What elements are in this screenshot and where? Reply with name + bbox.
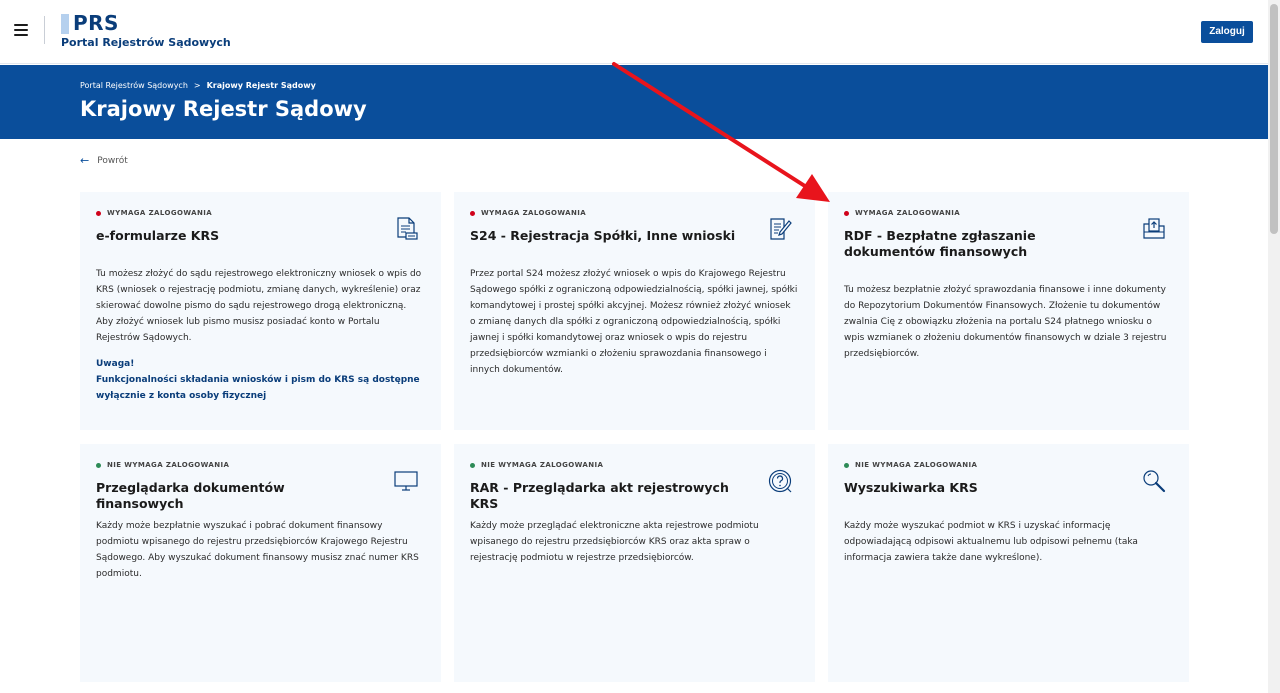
status-badge-text: NIE WYMAGA ZALOGOWANIA bbox=[855, 461, 978, 469]
breadcrumb: Portal Rejestrów Sądowych > Krajowy Reje… bbox=[80, 81, 316, 90]
page-title: Krajowy Rejestr Sądowy bbox=[80, 97, 367, 121]
card-description: Tu możesz złożyć do sądu rejestrowego el… bbox=[96, 269, 422, 343]
scrollbar-thumb[interactable] bbox=[1270, 4, 1278, 234]
card-title[interactable]: RAR - Przeglądarka akt rejestrowych KRS bbox=[470, 480, 750, 512]
breadcrumb-current: Krajowy Rejestr Sądowy bbox=[206, 81, 316, 90]
card-description: Tu możesz bezpłatnie złożyć sprawozdania… bbox=[844, 285, 1167, 359]
status-badge-text: WYMAGA ZALOGOWANIA bbox=[855, 209, 961, 217]
financial-document-upload-icon bbox=[1143, 218, 1165, 239]
status-dot bbox=[844, 210, 849, 216]
card-title[interactable]: Przeglądarka dokumentów finansowych bbox=[96, 480, 376, 512]
magnifier-icon bbox=[1143, 470, 1166, 493]
header-divider bbox=[44, 16, 45, 44]
card-description: Każdy może bezpłatnie wyszukać i pobrać … bbox=[96, 521, 419, 579]
service-card-rar[interactable]: NIE WYMAGA ZALOGOWANIA RAR - Przeglądark… bbox=[454, 444, 815, 682]
card-note-text: Funkcjonalności składania wniosków i pis… bbox=[96, 375, 420, 401]
status-dot bbox=[96, 210, 101, 216]
service-card-s24[interactable]: WYMAGA ZALOGOWANIA S24 - Rejestracja Spó… bbox=[454, 192, 815, 430]
back-link[interactable]: ← Powrót bbox=[80, 154, 128, 167]
status-badge-text: WYMAGA ZALOGOWANIA bbox=[481, 209, 587, 217]
breadcrumb-separator: > bbox=[193, 81, 201, 90]
card-title[interactable]: RDF - Bezpłatne zgłaszanie dokumentów fi… bbox=[844, 228, 1124, 260]
logo-title: PRS bbox=[73, 11, 119, 35]
status-dot bbox=[470, 210, 475, 216]
status-badge: WYMAGA ZALOGOWANIA bbox=[844, 209, 960, 217]
status-badge: WYMAGA ZALOGOWANIA bbox=[470, 209, 586, 217]
status-badge-text: WYMAGA ZALOGOWANIA bbox=[107, 209, 213, 217]
document-pen-icon bbox=[770, 218, 792, 240]
status-dot bbox=[470, 462, 475, 468]
card-title[interactable]: S24 - Rejestracja Spółki, Inne wnioski bbox=[470, 228, 750, 244]
question-circle-icon bbox=[768, 469, 792, 493]
status-dot bbox=[844, 462, 849, 468]
status-badge-text: NIE WYMAGA ZALOGOWANIA bbox=[107, 461, 230, 469]
logo-subtitle: Portal Rejestrów Sądowych bbox=[61, 36, 231, 49]
status-badge: WYMAGA ZALOGOWANIA bbox=[96, 209, 212, 217]
status-badge: NIE WYMAGA ZALOGOWANIA bbox=[470, 461, 603, 469]
back-link-label: Powrót bbox=[97, 155, 128, 166]
service-card-rdf[interactable]: WYMAGA ZALOGOWANIA RDF - Bezpłatne zgłas… bbox=[828, 192, 1189, 430]
service-card-przegladarka[interactable]: NIE WYMAGA ZALOGOWANIA Przeglądarka doku… bbox=[80, 444, 441, 682]
card-description: Przez portal S24 możesz złożyć wniosek o… bbox=[470, 269, 798, 375]
status-badge: NIE WYMAGA ZALOGOWANIA bbox=[96, 461, 229, 469]
document-form-icon bbox=[397, 217, 418, 240]
card-title[interactable]: e-formularze KRS bbox=[96, 228, 376, 244]
arrow-left-icon: ← bbox=[80, 154, 90, 167]
top-header: PRS Portal Rejestrów Sądowych Zaloguj bbox=[0, 0, 1268, 64]
card-description: Każdy może wyszukać podmiot w KRS i uzys… bbox=[844, 521, 1138, 563]
status-badge-text: NIE WYMAGA ZALOGOWANIA bbox=[481, 461, 604, 469]
card-note-title: Uwaga! bbox=[96, 359, 135, 369]
login-button[interactable]: Zaloguj bbox=[1201, 21, 1253, 43]
monitor-icon bbox=[394, 471, 418, 491]
card-title[interactable]: Wyszukiwarka KRS bbox=[844, 480, 1124, 496]
hamburger-menu-icon[interactable] bbox=[14, 24, 28, 36]
card-description: Każdy może przeglądać elektroniczne akta… bbox=[470, 521, 759, 563]
page-scrollbar[interactable] bbox=[1268, 0, 1280, 693]
status-badge: NIE WYMAGA ZALOGOWANIA bbox=[844, 461, 977, 469]
status-dot bbox=[96, 462, 101, 468]
logo-bar bbox=[61, 14, 69, 34]
page-banner: Portal Rejestrów Sądowych > Krajowy Reje… bbox=[0, 65, 1268, 139]
service-card-e-formularze[interactable]: WYMAGA ZALOGOWANIA e-formularze KRS Tu m… bbox=[80, 192, 441, 430]
breadcrumb-link-portal[interactable]: Portal Rejestrów Sądowych bbox=[80, 81, 188, 90]
service-card-wyszukiwarka[interactable]: NIE WYMAGA ZALOGOWANIA Wyszukiwarka KRS … bbox=[828, 444, 1189, 682]
